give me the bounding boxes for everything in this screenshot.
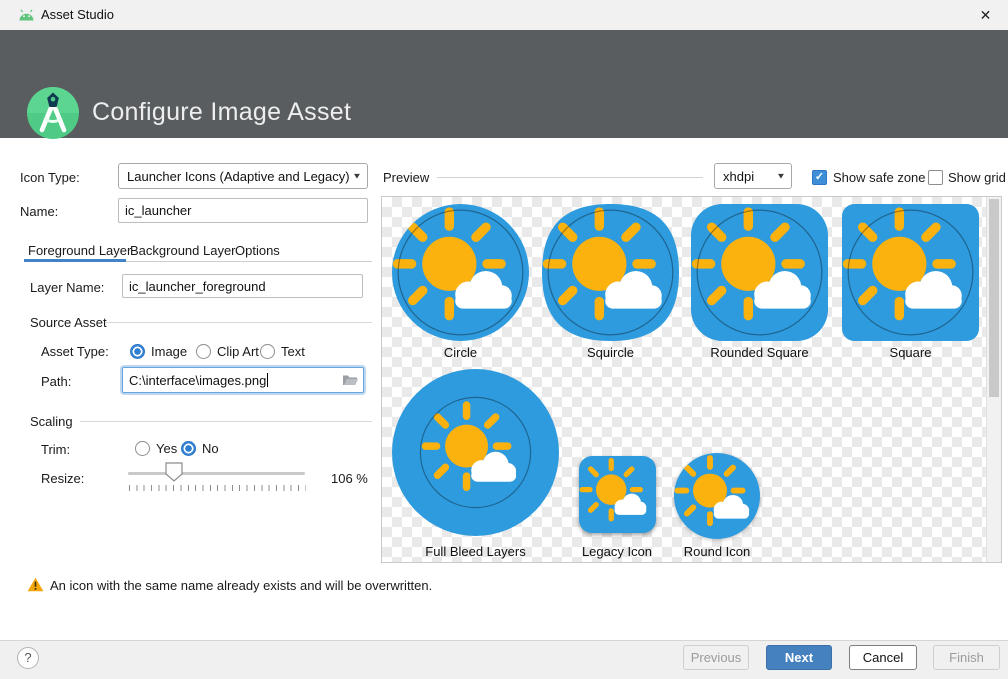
path-value: C:\interface\images.png	[129, 373, 266, 388]
preview-caption-squircle: Squircle	[542, 345, 679, 360]
preview-icon-squircle	[542, 204, 679, 341]
preview-caption-square: Square	[842, 345, 979, 360]
warning-icon	[27, 577, 44, 592]
source-asset-group-title: Source Asset	[30, 315, 107, 330]
preview-icon-rounded-square	[691, 204, 828, 341]
radio-text-label[interactable]: Text	[281, 344, 305, 359]
cancel-button[interactable]: Cancel	[849, 645, 917, 670]
source-asset-divider	[106, 322, 372, 323]
icon-type-value: Launcher Icons (Adaptive and Legacy)	[127, 169, 350, 184]
warning-message: An icon with the same name already exist…	[50, 578, 432, 593]
radio-image[interactable]	[130, 344, 145, 359]
resize-value: 106 %	[331, 471, 368, 486]
resize-label: Resize:	[41, 471, 84, 486]
show-grid-label[interactable]: Show grid	[948, 170, 1006, 185]
folder-browse-icon[interactable]	[342, 374, 358, 386]
preview-divider	[437, 177, 703, 178]
preview-icon-round	[674, 453, 760, 539]
chevron-down-icon: ▼	[352, 172, 362, 181]
layer-name-label: Layer Name:	[30, 280, 104, 295]
finish-button[interactable]: Finish	[933, 645, 1000, 670]
android-icon	[18, 9, 35, 21]
scaling-group-title: Scaling	[30, 414, 73, 429]
chevron-down-icon: ▼	[776, 172, 786, 181]
radio-trim-no-label[interactable]: No	[202, 441, 219, 456]
radio-trim-yes[interactable]	[135, 441, 150, 456]
path-input[interactable]: C:\interface\images.png	[122, 367, 364, 393]
tab-options[interactable]: Options	[235, 243, 280, 258]
preview-icon-legacy	[579, 456, 656, 533]
preview-caption-rounded-square: Rounded Square	[691, 345, 828, 360]
preview-scrollbar-thumb[interactable]	[989, 199, 999, 397]
help-icon[interactable]: ?	[17, 647, 39, 669]
preview-icon-circle	[392, 204, 529, 341]
radio-image-label[interactable]: Image	[151, 344, 187, 359]
resize-slider-track[interactable]	[128, 472, 305, 475]
tab-background-layer[interactable]: Background Layer	[130, 243, 236, 258]
preview-caption-full-bleed: Full Bleed Layers	[392, 544, 559, 559]
show-safe-zone-label[interactable]: Show safe zone	[833, 170, 926, 185]
next-button[interactable]: Next	[766, 645, 832, 670]
layer-name-input[interactable]	[122, 274, 363, 298]
asset-studio-dialog: { "window": { "title": "Asset Studio" },…	[0, 0, 1008, 679]
asset-type-label: Asset Type:	[41, 344, 109, 359]
preview-label: Preview	[383, 170, 429, 185]
preview-icon-square	[842, 204, 979, 341]
radio-trim-yes-label[interactable]: Yes	[156, 441, 177, 456]
active-tab-underline	[24, 259, 126, 262]
tab-foreground-layer[interactable]: Foreground Layer	[28, 243, 131, 258]
preview-caption-circle: Circle	[392, 345, 529, 360]
name-label: Name:	[20, 204, 58, 219]
density-dropdown[interactable]: xhdpi ▼	[714, 163, 792, 189]
show-safe-zone-checkbox[interactable]: ✓	[812, 170, 827, 185]
radio-text[interactable]	[260, 344, 275, 359]
preview-caption-round: Round Icon	[654, 544, 780, 559]
icon-type-dropdown[interactable]: Launcher Icons (Adaptive and Legacy) ▼	[118, 163, 368, 189]
android-studio-logo-icon	[27, 87, 79, 139]
path-label: Path:	[41, 374, 71, 389]
dialog-header: Configure Image Asset	[0, 30, 1008, 138]
preview-icon-full-bleed	[392, 369, 559, 536]
radio-clip-art[interactable]	[196, 344, 211, 359]
close-icon[interactable]: ✕	[963, 0, 1008, 30]
text-caret	[267, 373, 268, 387]
preview-panel: Circle Squircle Rounded Square Square Fu…	[381, 196, 1002, 563]
trim-label: Trim:	[41, 442, 70, 457]
window-titlebar: Asset Studio ✕	[0, 0, 1008, 30]
name-input[interactable]	[118, 198, 368, 223]
resize-slider-thumb[interactable]	[165, 462, 183, 482]
window-title: Asset Studio	[41, 7, 114, 22]
resize-slider-ticks	[129, 485, 306, 491]
page-title: Configure Image Asset	[92, 98, 351, 127]
show-grid-checkbox[interactable]	[928, 170, 943, 185]
icon-type-label: Icon Type:	[20, 170, 80, 185]
radio-clip-art-label[interactable]: Clip Art	[217, 344, 259, 359]
radio-trim-no[interactable]	[181, 441, 196, 456]
density-value: xhdpi	[723, 169, 754, 184]
previous-button[interactable]: Previous	[683, 645, 749, 670]
scaling-divider	[80, 421, 372, 422]
